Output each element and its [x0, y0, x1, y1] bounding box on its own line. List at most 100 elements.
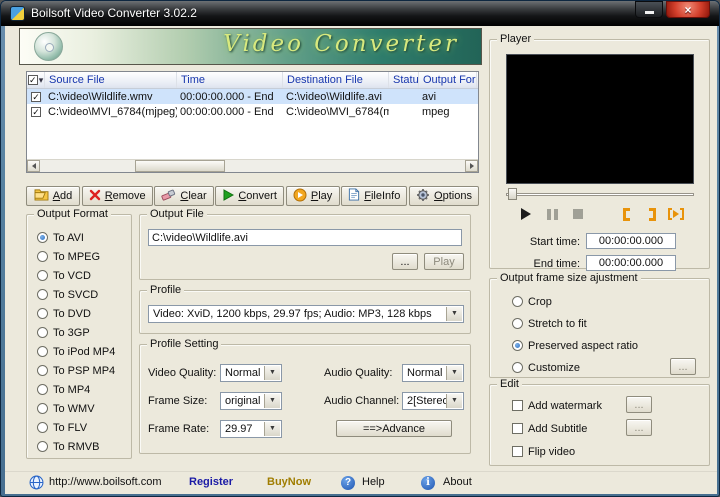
- about-link[interactable]: About: [443, 476, 472, 488]
- titlebar[interactable]: Boilsoft Video Converter 3.02.2 ×: [1, 1, 719, 26]
- frame-size-label: Frame Size:: [148, 395, 208, 407]
- play-output-file-button[interactable]: Play: [424, 253, 464, 270]
- file-list-header: Source File Time Destination File Status…: [27, 72, 478, 89]
- column-status[interactable]: Status: [389, 72, 419, 88]
- scrollbar-track[interactable]: [40, 160, 465, 172]
- play-selection-button[interactable]: [666, 206, 686, 222]
- radio-to-flv[interactable]: To FLV: [37, 421, 87, 434]
- radio-icon: [37, 327, 48, 338]
- radio-to-avi[interactable]: To AVI: [37, 231, 84, 244]
- help-link[interactable]: Help: [362, 476, 385, 488]
- group-title: Profile: [147, 284, 185, 296]
- client-area: Video Converter Source File Time Destina…: [5, 26, 717, 494]
- customize-browse-button[interactable]: ...: [670, 358, 696, 375]
- radio-to-wmv[interactable]: To WMV: [37, 402, 95, 415]
- play-button[interactable]: Play: [285, 186, 340, 206]
- end-time-value[interactable]: 00:00:00.000: [586, 255, 676, 271]
- column-destination-file[interactable]: Destination File: [283, 72, 389, 88]
- cd-disc-icon: [34, 32, 63, 61]
- cell-dest: C:\video\MVI_6784(mjpe: [286, 105, 389, 118]
- about-icon[interactable]: [421, 476, 435, 490]
- banner-title: Video Converter: [223, 31, 459, 57]
- scrollbar-thumb[interactable]: [135, 160, 225, 172]
- browse-output-file-button[interactable]: ...: [392, 253, 418, 270]
- scroll-right-arrow[interactable]: [465, 160, 478, 172]
- checkbox-add-watermark[interactable]: Add watermark: [512, 399, 602, 412]
- help-icon[interactable]: [341, 476, 355, 490]
- row-checkbox[interactable]: [31, 106, 41, 117]
- cell-format: avi: [422, 90, 437, 103]
- banner: Video Converter: [19, 28, 482, 65]
- group-title: Player: [497, 33, 535, 45]
- options-button[interactable]: Options: [409, 186, 479, 206]
- player-play-button[interactable]: [516, 206, 536, 222]
- column-check-all[interactable]: [27, 72, 45, 88]
- checkbox-add-subtitle[interactable]: Add Subtitle: [512, 422, 587, 435]
- mark-start-button[interactable]: [616, 206, 636, 222]
- start-time-value[interactable]: 00:00:00.000: [586, 233, 676, 249]
- radio-preserved-aspect[interactable]: Preserved aspect ratio: [512, 339, 638, 352]
- radio-to-rmvb[interactable]: To RMVB: [37, 440, 99, 453]
- column-time[interactable]: Time: [177, 72, 283, 88]
- radio-to-3gp[interactable]: To 3GP: [37, 326, 90, 339]
- radio-to-mp4[interactable]: To MP4: [37, 383, 90, 396]
- buynow-link[interactable]: BuyNow: [267, 476, 311, 488]
- output-format-group: Output Format To AVI To MPEG To VCD To S…: [26, 208, 132, 459]
- add-button[interactable]: Add: [26, 186, 80, 206]
- radio-to-svcd[interactable]: To SVCD: [37, 288, 98, 301]
- output-file-input[interactable]: [148, 229, 462, 246]
- minimize-button[interactable]: [635, 1, 663, 18]
- video-quality-select[interactable]: Normal: [220, 364, 282, 382]
- radio-to-mpeg[interactable]: To MPEG: [37, 250, 100, 263]
- checkbox-icon: [512, 400, 523, 411]
- radio-to-ipod-mp4[interactable]: To iPod MP4: [37, 345, 115, 358]
- statusbar: http://www.boilsoft.com Register BuyNow …: [5, 471, 717, 494]
- group-title: Edit: [497, 378, 522, 390]
- frame-rate-select[interactable]: 29.97: [220, 420, 282, 438]
- watermark-browse-button[interactable]: ...: [626, 396, 652, 413]
- slider-track[interactable]: [506, 193, 694, 196]
- table-row[interactable]: C:\video\Wildlife.wmv 00:00:00.000 - End…: [27, 89, 478, 104]
- clear-button[interactable]: Clear: [154, 186, 214, 206]
- app-icon: [10, 6, 25, 21]
- player-pause-button[interactable]: [542, 206, 562, 222]
- scroll-left-arrow[interactable]: [27, 160, 40, 172]
- radio-to-vcd[interactable]: To VCD: [37, 269, 91, 282]
- column-source-file[interactable]: Source File: [45, 72, 177, 88]
- radio-icon: [37, 422, 48, 433]
- register-link[interactable]: Register: [189, 476, 233, 488]
- frame-size-select[interactable]: original: [220, 392, 282, 410]
- radio-icon: [37, 384, 48, 395]
- horizontal-scrollbar[interactable]: [27, 159, 478, 172]
- slider-thumb[interactable]: [508, 188, 517, 200]
- radio-icon: [37, 308, 48, 319]
- output-file-group: Output File ... Play: [139, 208, 471, 280]
- audio-channel-label: Audio Channel:: [324, 395, 400, 407]
- row-checkbox[interactable]: [31, 91, 41, 102]
- player-stop-button[interactable]: [568, 206, 588, 222]
- right-bracket-icon: [648, 207, 656, 221]
- radio-crop[interactable]: Crop: [512, 295, 552, 308]
- radio-to-psp-mp4[interactable]: To PSP MP4: [37, 364, 115, 377]
- radio-customize[interactable]: Customize: [512, 361, 580, 374]
- column-output-format[interactable]: Output Format: [419, 72, 477, 88]
- seek-slider[interactable]: [506, 188, 694, 200]
- audio-quality-label: Audio Quality:: [324, 367, 393, 379]
- mark-end-button[interactable]: [642, 206, 662, 222]
- remove-button[interactable]: Remove: [81, 186, 153, 206]
- gear-icon: [416, 188, 430, 205]
- table-row[interactable]: C:\video\MVI_6784(mjpeg).AVI 00:00:00.00…: [27, 104, 478, 119]
- radio-to-dvd[interactable]: To DVD: [37, 307, 91, 320]
- checkbox-flip-video[interactable]: Flip video: [512, 445, 575, 458]
- fileinfo-button[interactable]: FileInfo: [341, 186, 408, 206]
- close-button[interactable]: ×: [666, 1, 710, 18]
- cell-time: 00:00:00.000 - End: [180, 90, 274, 103]
- convert-button[interactable]: Convert: [215, 186, 284, 206]
- website-link[interactable]: http://www.boilsoft.com: [49, 476, 162, 488]
- profile-select[interactable]: Video: XviD, 1200 kbps, 29.97 fps; Audio…: [148, 305, 464, 323]
- subtitle-browse-button[interactable]: ...: [626, 419, 652, 436]
- advance-button[interactable]: ==>Advance: [336, 420, 452, 437]
- audio-channel-select[interactable]: 2[Stereo]: [402, 392, 464, 410]
- radio-stretch[interactable]: Stretch to fit: [512, 317, 587, 330]
- audio-quality-select[interactable]: Normal: [402, 364, 464, 382]
